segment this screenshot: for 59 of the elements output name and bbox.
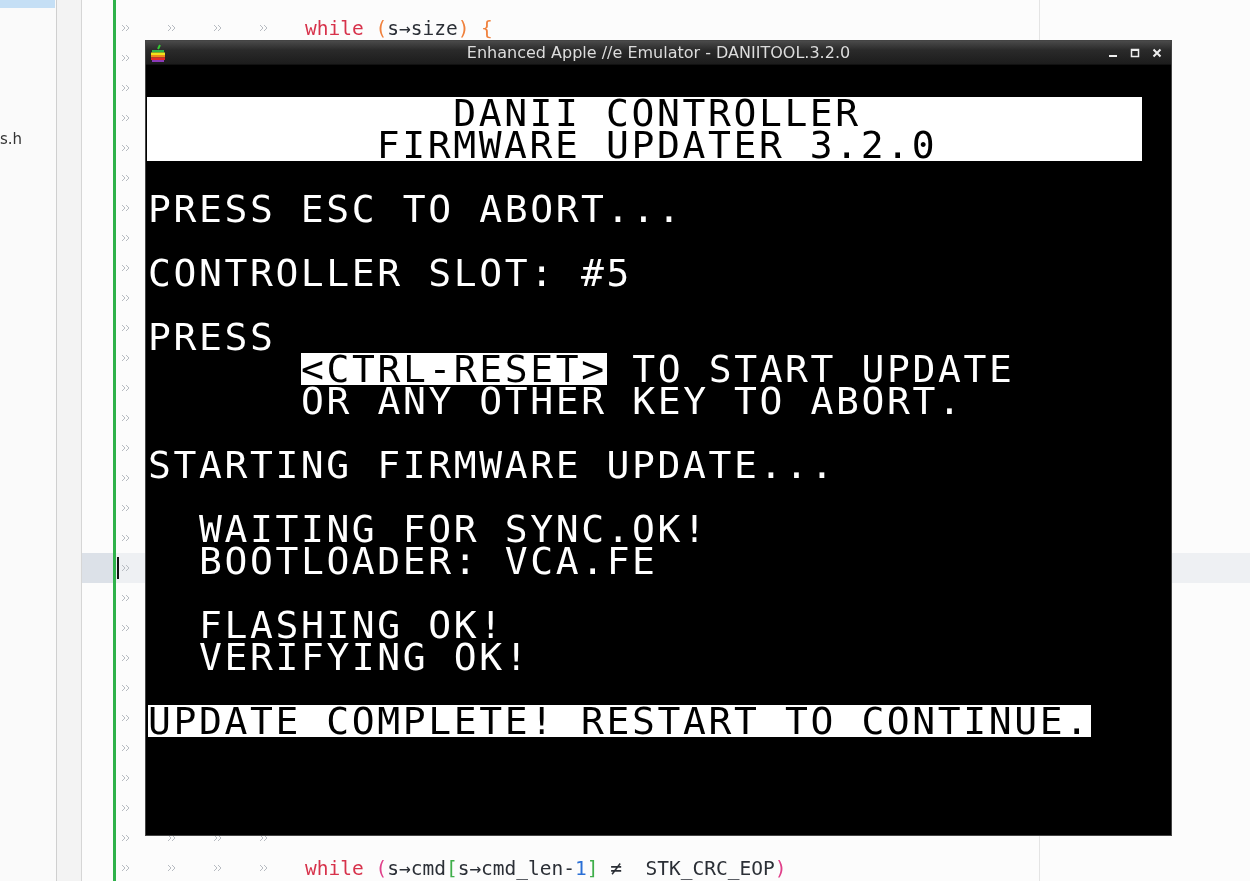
tab-marker-icon [213, 864, 222, 872]
tab-marker-icon [121, 144, 130, 152]
tab-marker-icon [259, 864, 268, 872]
code-line: while (s→cmd[s→cmd_len-1] ≠ STK_CRC_EOP) [305, 856, 787, 880]
highlighted-text: <CTRL-RESET> [301, 353, 607, 385]
screen-text: STARTING FIRMWARE UPDATE... [148, 449, 836, 481]
text-cursor [117, 557, 119, 579]
tab-marker-icon [121, 474, 130, 482]
screen-text: OR ANY OTHER KEY TO ABORT. [301, 385, 964, 417]
tab-marker-icon [121, 444, 130, 452]
code-line: while (s→size) { [305, 16, 493, 40]
tab-marker-icon [121, 324, 130, 332]
tab-marker-icon [121, 114, 130, 122]
screen-text: VERIFYING OK! [199, 641, 531, 673]
banner-text: DANII CONTROLLER [453, 97, 861, 129]
tab-marker-icon [121, 564, 130, 572]
tab-marker-icon [121, 714, 130, 722]
sidebar-selection [0, 0, 55, 8]
tab-marker-icon [121, 624, 130, 632]
tab-marker-icon [167, 24, 176, 32]
tab-marker-icon [121, 834, 130, 842]
tab-marker-icon [121, 414, 130, 422]
tab-marker-icon [121, 534, 130, 542]
tab-marker-icon [121, 264, 130, 272]
tab-marker-icon [121, 594, 130, 602]
banner-text: FIRMWARE UPDATER 3.2.0 [375, 129, 939, 161]
tab-marker-icon [121, 804, 130, 812]
tab-marker-icon [259, 24, 268, 32]
screen-text: FLASHING OK! [199, 609, 505, 641]
screen-text: TO START UPDATE [632, 353, 1015, 385]
file-item[interactable]: s.h [0, 8, 56, 148]
tab-marker-icon [121, 84, 130, 92]
tab-marker-icon [121, 654, 130, 662]
tab-marker-icon [167, 864, 176, 872]
tab-marker-icon [121, 744, 130, 752]
tab-marker-icon [121, 294, 130, 302]
apple-logo-icon [150, 42, 166, 63]
tab-marker-icon [121, 24, 130, 32]
highlighted-text: UPDATE COMPLETE! RESTART TO CONTINUE. [148, 705, 1091, 737]
tab-marker-icon [121, 354, 130, 362]
window-title: Enhanced Apple //e Emulator - DANIITOOL.3.2.0 [466, 43, 851, 62]
maximize-icon [1130, 47, 1140, 58]
tab-marker-icon [213, 24, 222, 32]
tab-marker-icon [121, 204, 130, 212]
screen-text: PRESS [148, 321, 276, 353]
tab-marker-icon [121, 774, 130, 782]
tab-marker-icon [121, 384, 130, 392]
tab-marker-icon [121, 684, 130, 692]
tab-marker-icon [121, 864, 130, 872]
minimize-icon [1109, 54, 1117, 57]
tab-marker-icon [121, 504, 130, 512]
screen-text: WAITING FOR SYNC.OK! [199, 513, 709, 545]
screen-text: BOOTLOADER: VCA.FE [199, 545, 658, 577]
screen-text: PRESS ESC TO ABORT... [148, 193, 684, 225]
tab-marker-icon [121, 234, 130, 242]
screen-text: CONTROLLER SLOT: #5 [148, 257, 633, 289]
tab-marker-icon [121, 54, 130, 62]
close-icon [1152, 47, 1162, 58]
tab-marker-icon [121, 174, 130, 182]
